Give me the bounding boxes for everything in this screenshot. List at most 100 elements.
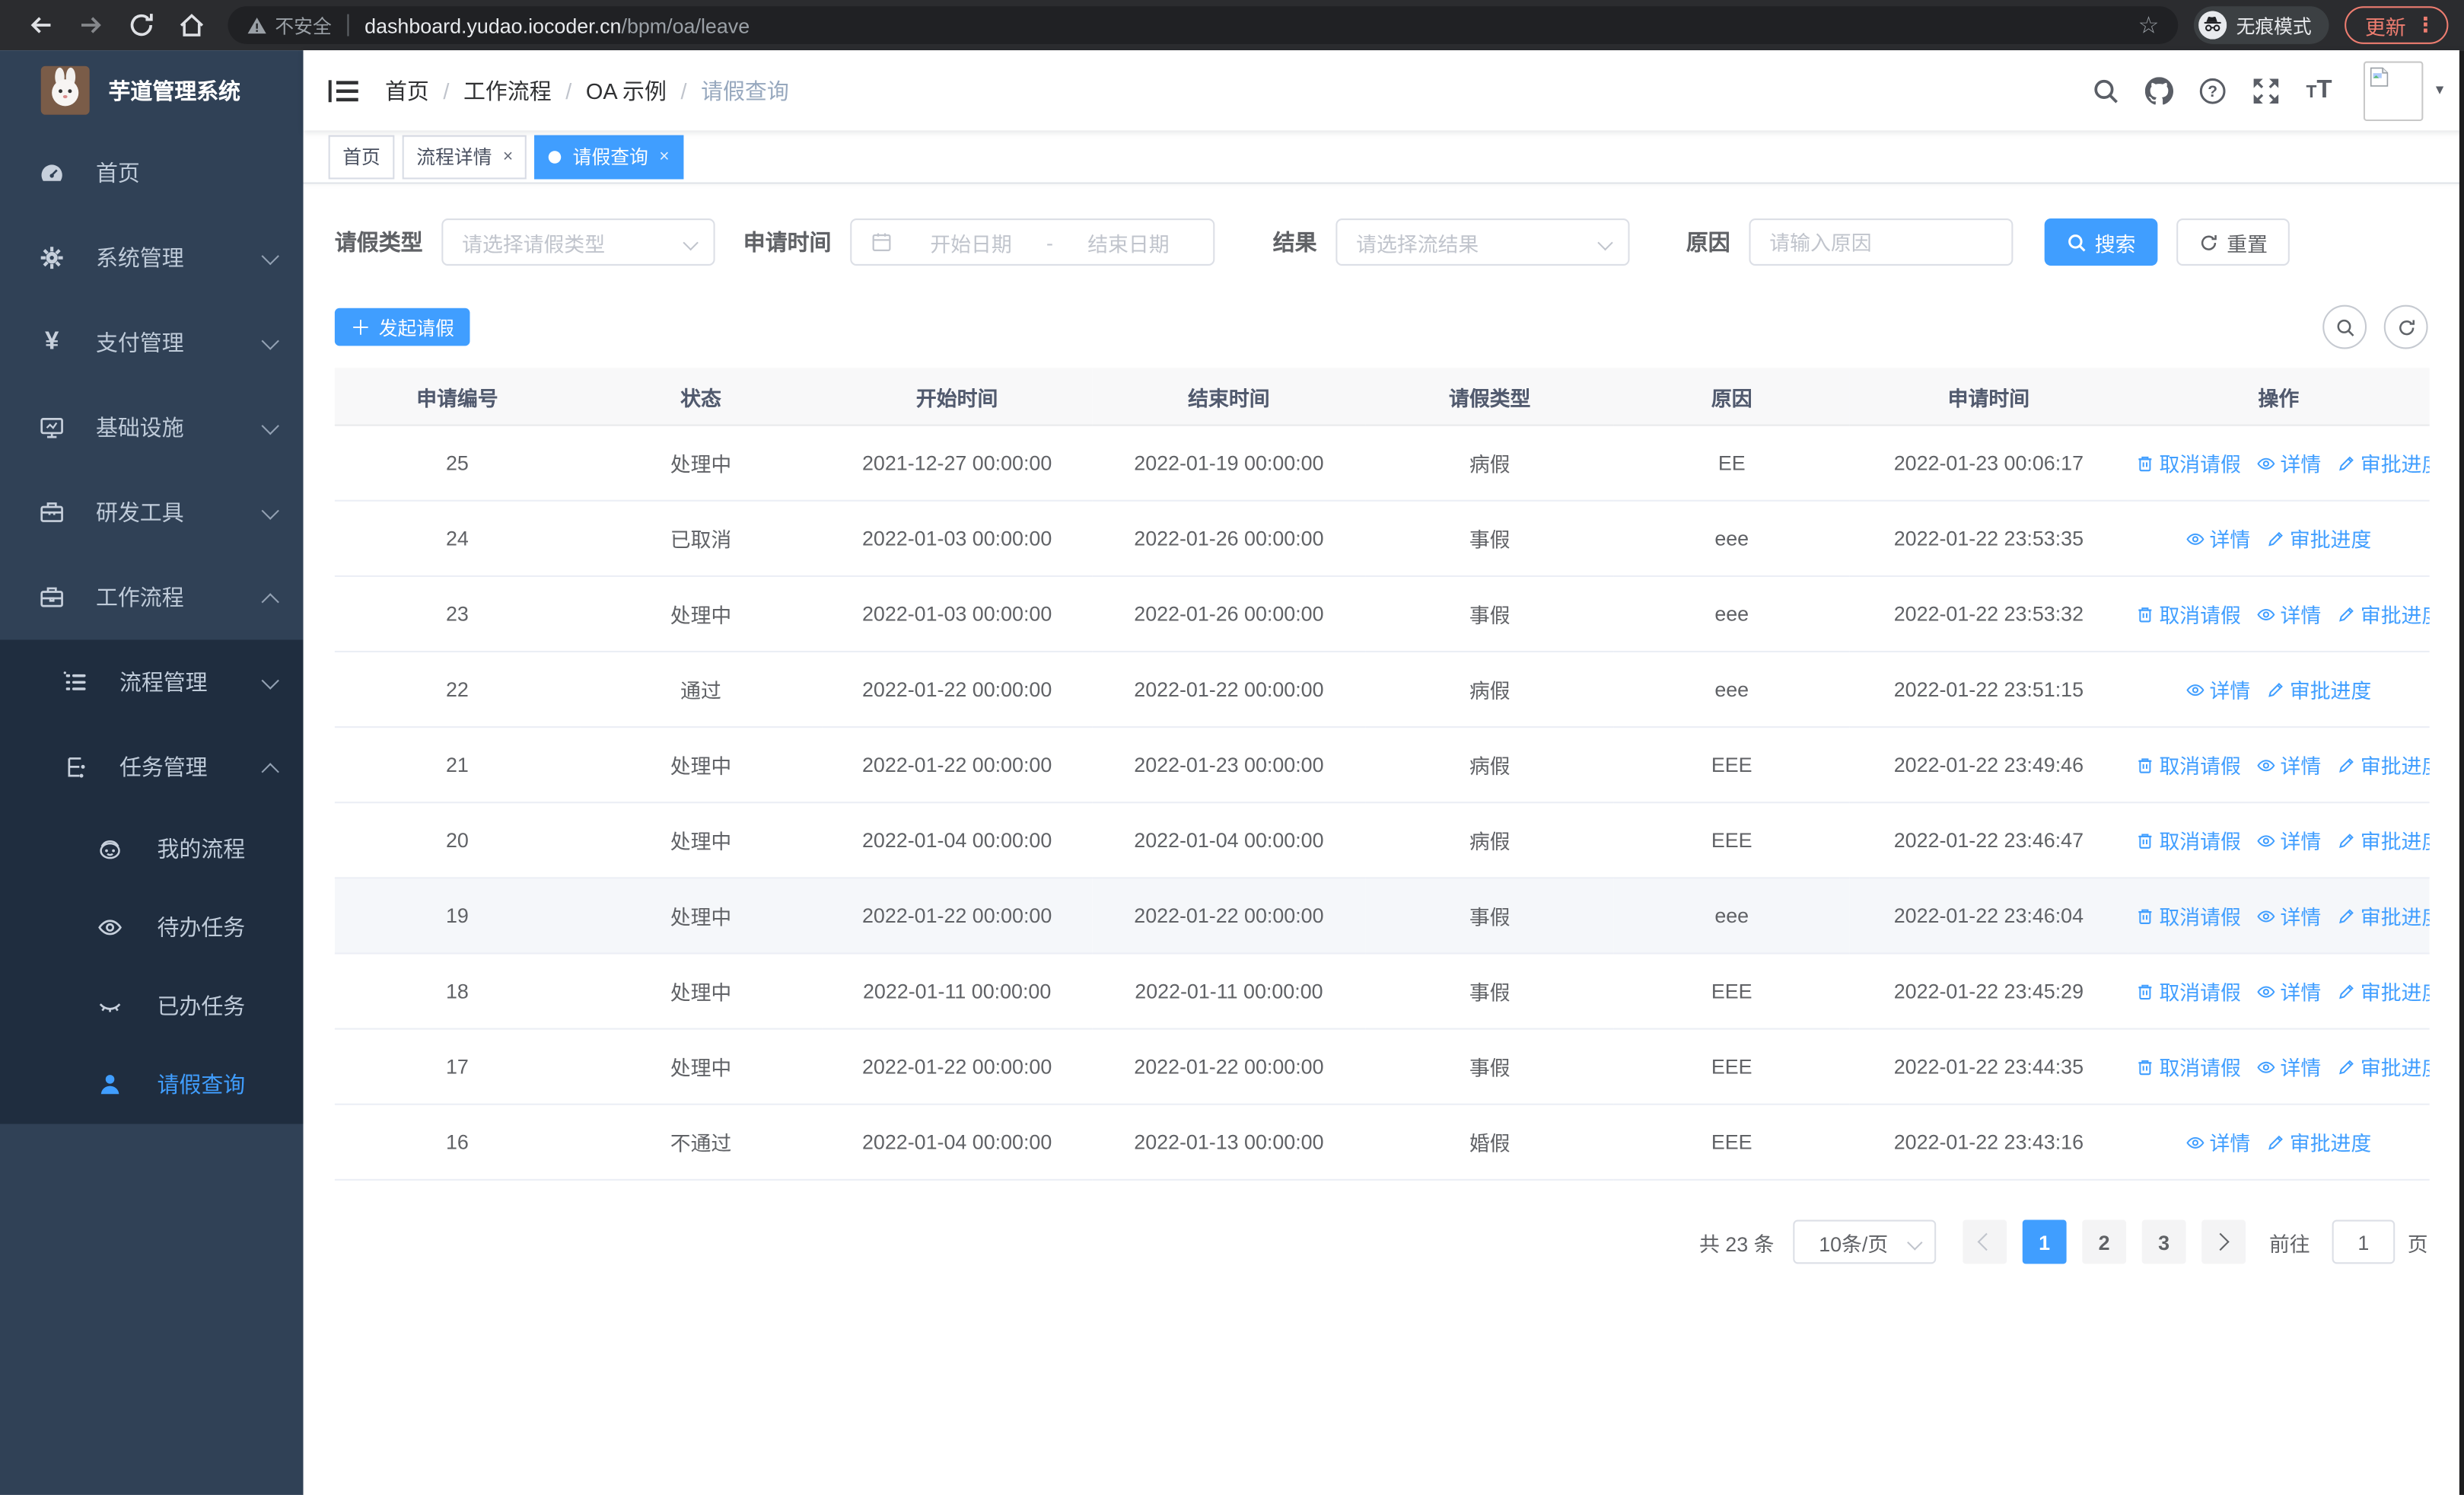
detail-action-link[interactable]: 详情	[2186, 1127, 2250, 1157]
sidebar-item-研发工具[interactable]: 研发工具	[0, 470, 304, 555]
fontsize-icon[interactable]: TT	[2306, 77, 2332, 103]
cell-type: 病假	[1365, 425, 1614, 502]
tab-首页[interactable]: 首页	[328, 134, 395, 179]
sidebar-item-首页[interactable]: 首页	[0, 130, 304, 215]
cancel-action-link[interactable]: 取消请假	[2135, 599, 2241, 629]
detail-action-link[interactable]: 详情	[2257, 750, 2321, 779]
page-size-select[interactable]: 10条/页	[1793, 1219, 1937, 1264]
create-leave-button[interactable]: ＋ 发起请假	[334, 308, 470, 346]
sidebar-item-流程管理[interactable]: 流程管理	[0, 639, 304, 725]
bookmark-star-icon[interactable]: ☆	[2138, 14, 2160, 37]
progress-action-link[interactable]: 审批进度	[2266, 674, 2371, 704]
progress-action-link[interactable]: 审批进度	[2337, 448, 2430, 478]
prev-page-button[interactable]	[1963, 1219, 2007, 1264]
sidebar-item-label: 任务管理	[119, 754, 208, 780]
address-bar[interactable]: 不安全 dashboard.yudao.iocoder.cn/bpm/oa/le…	[228, 6, 2179, 44]
cell-type: 婚假	[1365, 1104, 1614, 1181]
sidebar-item-已办任务[interactable]: 已办任务	[0, 967, 304, 1045]
leave-type-select[interactable]: 请选择请假类型	[441, 218, 715, 266]
close-icon[interactable]: ×	[503, 147, 513, 166]
breadcrumb-item[interactable]: 工作流程	[463, 75, 552, 106]
help-icon[interactable]: ?	[2199, 76, 2227, 104]
not-secure-warning-icon[interactable]	[247, 15, 267, 36]
cancel-action-link[interactable]: 取消请假	[2135, 976, 2241, 1006]
progress-action-link[interactable]: 审批进度	[2337, 1052, 2430, 1082]
fullscreen-icon[interactable]	[2252, 76, 2281, 104]
eye-icon	[97, 915, 123, 940]
progress-action-link[interactable]: 审批进度	[2266, 1127, 2371, 1157]
close-icon[interactable]: ×	[659, 147, 669, 166]
reload-icon[interactable]	[127, 11, 155, 39]
refresh-table-button[interactable]	[2383, 304, 2428, 349]
search-icon[interactable]	[2093, 76, 2121, 104]
sidebar-item-请假查询[interactable]: 请假查询	[0, 1045, 304, 1124]
column-header: 原因	[1613, 368, 1850, 426]
cancel-action-link[interactable]: 取消请假	[2135, 901, 2241, 930]
browser-menu-icon[interactable]: ⋮	[2415, 13, 2436, 38]
toolbox-icon	[40, 500, 65, 525]
sidebar-item-支付管理[interactable]: ¥ 支付管理	[0, 300, 304, 385]
avatar-caret-down-icon[interactable]: ▾	[2436, 81, 2443, 99]
url-text[interactable]: dashboard.yudao.iocoder.cn/bpm/oa/leave	[365, 14, 750, 37]
goto-page-input[interactable]	[2332, 1219, 2396, 1264]
reason-input[interactable]	[1750, 220, 2012, 264]
detail-action-link[interactable]: 详情	[2257, 976, 2321, 1006]
breadcrumb-item[interactable]: 首页	[385, 75, 429, 106]
page-button-2[interactable]: 2	[2082, 1219, 2127, 1264]
toggle-search-button[interactable]	[2322, 304, 2367, 349]
cancel-action-link[interactable]: 取消请假	[2135, 825, 2241, 855]
apply-time-range-picker[interactable]: 开始日期 - 结束日期	[850, 218, 1215, 266]
progress-action-link[interactable]: 审批进度	[2337, 825, 2430, 855]
reset-button[interactable]: 重置	[2176, 218, 2290, 266]
chevron-up-icon	[261, 593, 279, 611]
cancel-action-link[interactable]: 取消请假	[2135, 750, 2241, 779]
progress-action-link[interactable]: 审批进度	[2266, 524, 2371, 553]
sidebar-item-基础设施[interactable]: 基础设施	[0, 385, 304, 470]
detail-action-link[interactable]: 详情	[2257, 448, 2321, 478]
result-select[interactable]: 请选择流结果	[1335, 218, 1630, 266]
app-logo[interactable]: 芋道管理系统	[0, 50, 304, 130]
top-navbar: 首页 / 工作流程 / OA 示例 / 请假查询 ? TT ▾	[303, 50, 2464, 131]
progress-action-link[interactable]: 审批进度	[2337, 901, 2430, 930]
search-button[interactable]: 搜索	[2044, 218, 2158, 266]
cell-reason: EEE	[1613, 802, 1850, 879]
progress-action-link[interactable]: 审批进度	[2337, 976, 2430, 1006]
sidebar-submenu: 流程管理任务管理我的流程 待办任务 已办任务 请假查询	[0, 639, 304, 1124]
detail-action-link[interactable]: 详情	[2257, 1052, 2321, 1082]
cell-start: 2022-01-22 00:00:00	[822, 1028, 1093, 1105]
detail-action-link[interactable]: 详情	[2257, 825, 2321, 855]
home-icon[interactable]	[177, 11, 205, 39]
breadcrumb-item[interactable]: OA 示例	[586, 75, 667, 106]
pen-icon	[2337, 907, 2361, 926]
forward-icon[interactable]	[77, 11, 105, 39]
sidebar-item-我的流程[interactable]: 我的流程	[0, 810, 304, 888]
next-page-button[interactable]	[2201, 1219, 2246, 1264]
detail-action-link[interactable]: 详情	[2186, 524, 2250, 553]
cell-type: 事假	[1365, 878, 1614, 955]
sidebar-item-任务管理[interactable]: 任务管理	[0, 725, 304, 810]
github-icon[interactable]	[2145, 76, 2174, 104]
reason-label: 原因	[1686, 229, 1730, 255]
page-button-1[interactable]: 1	[2022, 1219, 2067, 1264]
tab-请假查询[interactable]: 请假查询 ×	[535, 134, 684, 179]
page-button-3[interactable]: 3	[2141, 1219, 2186, 1264]
sidebar-item-工作流程[interactable]: 工作流程	[0, 555, 304, 640]
detail-action-link[interactable]: 详情	[2257, 901, 2321, 930]
detail-action-link[interactable]: 详情	[2186, 674, 2250, 704]
progress-action-link[interactable]: 审批进度	[2337, 599, 2430, 629]
sidebar-item-待办任务[interactable]: 待办任务	[0, 888, 304, 967]
sidebar-item-系统管理[interactable]: 系统管理	[0, 215, 304, 301]
tab-流程详情[interactable]: 流程详情 ×	[402, 134, 527, 179]
sidebar-item-label: 支付管理	[95, 330, 184, 355]
cancel-action-link[interactable]: 取消请假	[2135, 1052, 2241, 1082]
browser-update-button[interactable]: 更新 ⋮	[2345, 6, 2449, 44]
not-secure-label[interactable]: 不安全	[275, 11, 331, 38]
collapse-sidebar-icon[interactable]	[328, 78, 358, 103]
avatar[interactable]	[2363, 60, 2424, 120]
cancel-action-link[interactable]: 取消请假	[2135, 448, 2241, 478]
update-label[interactable]: 更新	[2365, 10, 2406, 40]
progress-action-link[interactable]: 审批进度	[2337, 750, 2430, 779]
chevron-down-icon	[1597, 234, 1613, 251]
detail-action-link[interactable]: 详情	[2257, 599, 2321, 629]
back-icon[interactable]	[27, 11, 55, 39]
